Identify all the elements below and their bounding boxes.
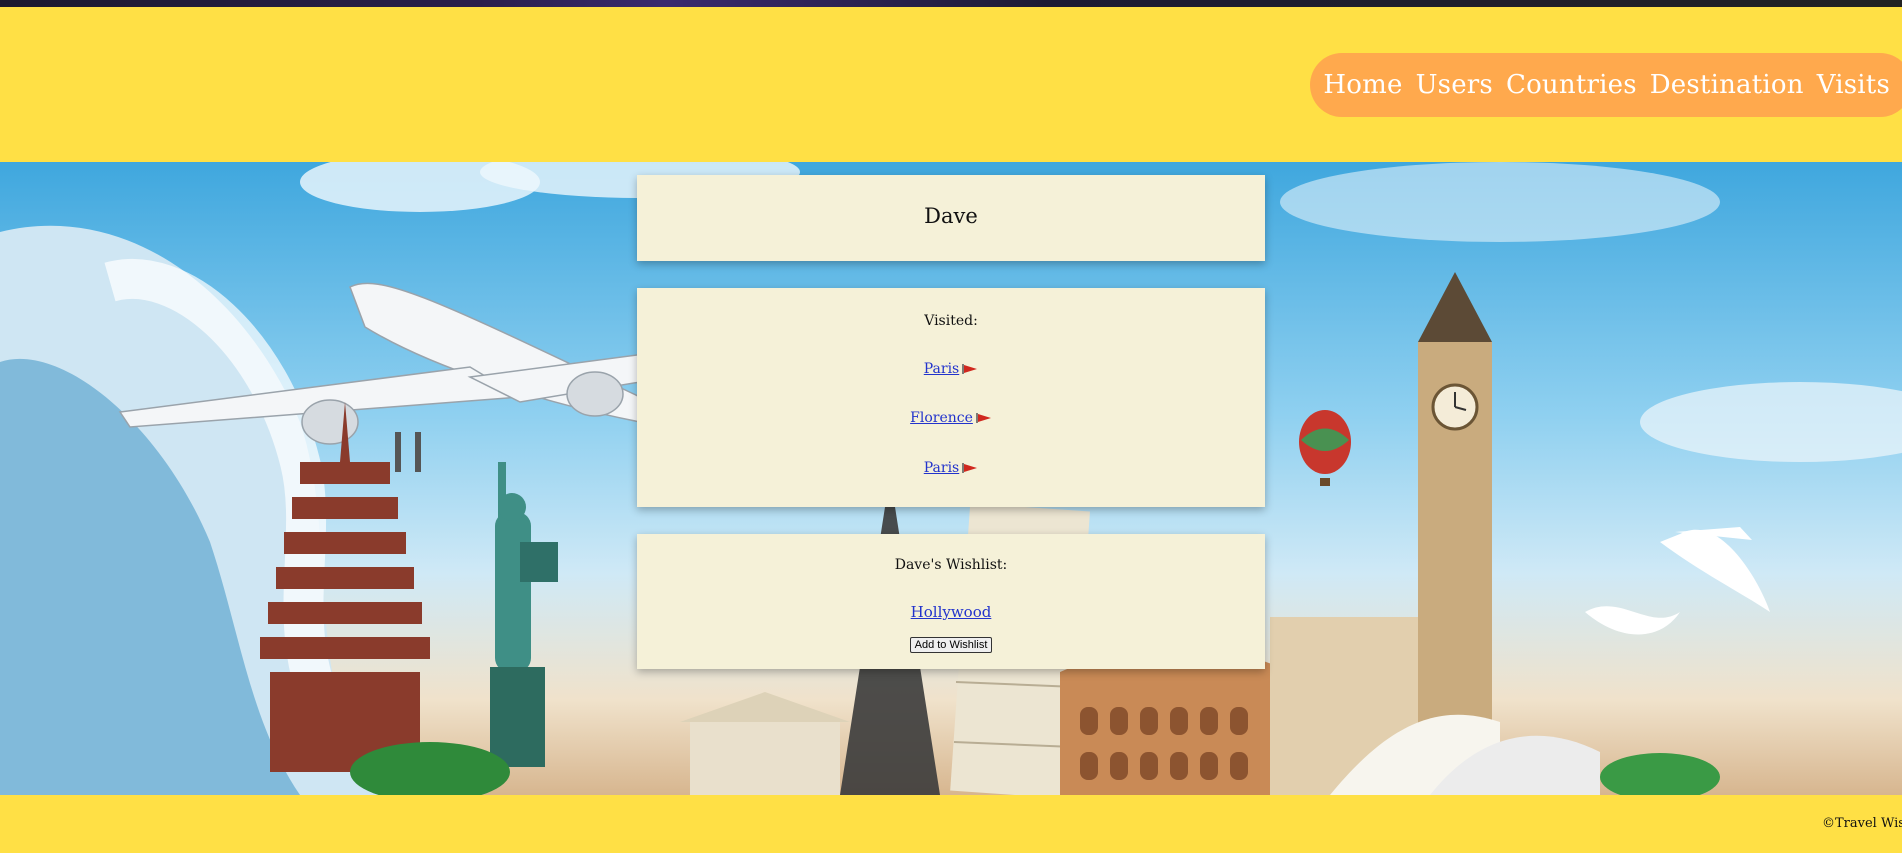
- wishlist-item: Hollywood: [637, 603, 1265, 621]
- nav-visits[interactable]: Visits: [1817, 70, 1890, 100]
- user-name-heading: Dave: [924, 204, 978, 228]
- flag-icon: [976, 413, 991, 423]
- flag-icon: [962, 463, 978, 473]
- visited-item: Florence: [637, 410, 1265, 426]
- site-footer: ©Travel Wishli: [0, 795, 1902, 853]
- nav-home[interactable]: Home: [1323, 70, 1402, 100]
- top-strip: [0, 0, 1902, 7]
- nav-countries[interactable]: Countries: [1506, 70, 1637, 100]
- visited-item-label: Paris: [923, 361, 960, 377]
- visited-item-label: Paris: [923, 460, 960, 476]
- flag-icon: [962, 364, 978, 374]
- visited-item-label: Florence: [910, 410, 973, 426]
- visited-item: Paris: [637, 361, 1265, 377]
- visited-card: Visited: Paris Florence Paris: [637, 288, 1265, 507]
- visited-item: Paris: [637, 460, 1265, 476]
- visited-link-paris-2[interactable]: Paris: [924, 460, 979, 476]
- add-to-wishlist-button[interactable]: Add to Wishlist: [910, 637, 992, 653]
- main-nav: Home Users Countries Destination Visits: [1310, 53, 1902, 117]
- visited-label: Visited:: [924, 313, 978, 329]
- profile-card: Dave: [637, 175, 1265, 261]
- visited-link-florence[interactable]: Florence: [910, 410, 992, 426]
- site-header: Home Users Countries Destination Visits: [0, 7, 1902, 162]
- nav-destination[interactable]: Destination: [1650, 70, 1804, 100]
- visited-link-paris[interactable]: Paris: [924, 361, 979, 377]
- copyright-text: ©Travel Wishli: [1822, 816, 1902, 831]
- wishlist-card: Dave's Wishlist: Hollywood Add to Wishli…: [637, 534, 1265, 669]
- wishlist-label: Dave's Wishlist:: [894, 557, 1008, 573]
- nav-users[interactable]: Users: [1416, 70, 1493, 100]
- wishlist-link-hollywood[interactable]: Hollywood: [911, 603, 992, 621]
